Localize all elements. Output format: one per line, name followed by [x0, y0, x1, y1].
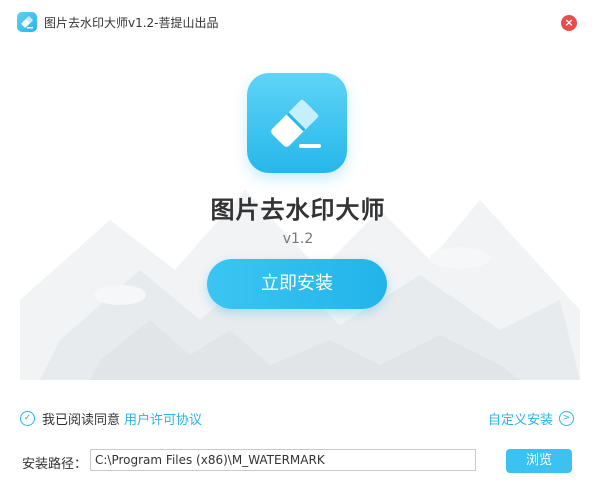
close-icon: × — [564, 16, 574, 29]
installer-window: 图片去水印大师v1.2-菩提山出品 × 图片去水印大师 v1.2 立即安装 ✓ … — [0, 0, 596, 498]
custom-install-link[interactable]: 自定义安装 > — [488, 408, 574, 428]
eraser-icon — [271, 99, 321, 148]
install-path-input[interactable] — [90, 449, 476, 471]
chevron-right-icon: > — [559, 410, 574, 426]
agree-checkbox[interactable]: ✓ — [20, 410, 35, 426]
app-name: 图片去水印大师 — [210, 196, 386, 224]
agreement-row: ✓ 我已阅读同意 用户许可协议 — [20, 408, 202, 428]
window-title: 图片去水印大师v1.2-菩提山出品 — [44, 16, 219, 30]
license-agreement-link[interactable]: 用户许可协议 — [124, 409, 202, 428]
app-icon — [247, 73, 347, 173]
title-bar: 图片去水印大师v1.2-菩提山出品 × — [0, 0, 596, 46]
close-button[interactable]: × — [561, 15, 577, 31]
version-label: v1.2 — [282, 231, 314, 247]
custom-install-label: 自定义安装 — [487, 412, 553, 428]
browse-button[interactable]: 浏览 — [506, 449, 572, 473]
app-logo-icon — [17, 12, 37, 32]
install-now-button[interactable]: 立即安装 — [207, 259, 387, 309]
agreement-text: 我已阅读同意 — [42, 412, 121, 428]
install-path-label: 安装路径： — [22, 457, 88, 472]
